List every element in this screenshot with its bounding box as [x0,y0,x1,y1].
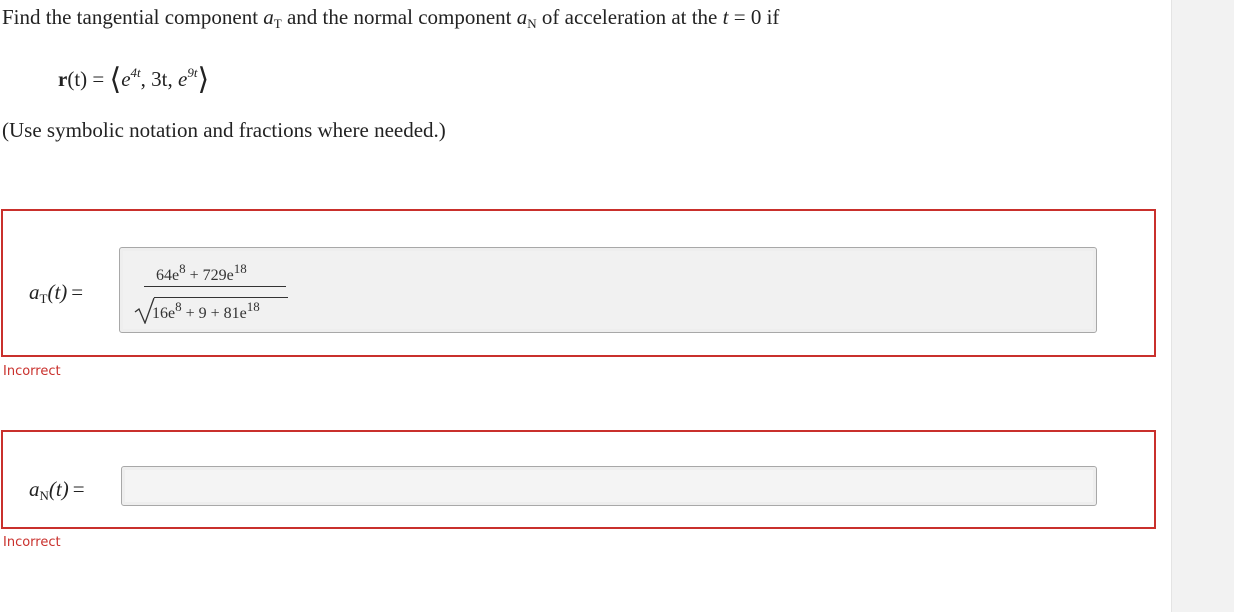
normal-answer-box: aN(t) = [1,430,1156,529]
question-text: Find the tangential component aT and the… [2,5,780,31]
position-vector-formula: r(t) = ⟨e4t, 3t, e9t⟩ [58,63,210,96]
tangential-answer-box: aT(t) = 64e8 + 729e18 16e8 + 9 + 81e18 [1,209,1156,357]
normal-status: Incorrect [3,535,61,550]
side-panel [1171,0,1234,612]
fraction-expression: 64e8 + 729e18 16e8 + 9 + 81e18 [134,256,294,324]
tangential-status: Incorrect [3,364,61,379]
tangential-label: aT(t) = [29,280,84,306]
normal-label: aN(t) = [29,477,85,503]
fraction-bar [144,286,286,287]
instruction-hint: (Use symbolic notation and fractions whe… [2,118,446,142]
normal-input[interactable] [121,466,1097,506]
fraction-numerator: 64e8 + 729e18 [156,261,247,284]
tangential-input[interactable]: 64e8 + 729e18 16e8 + 9 + 81e18 [119,247,1097,333]
fraction-denominator: 16e8 + 9 + 81e18 [152,299,260,322]
radical-overline [154,297,288,298]
